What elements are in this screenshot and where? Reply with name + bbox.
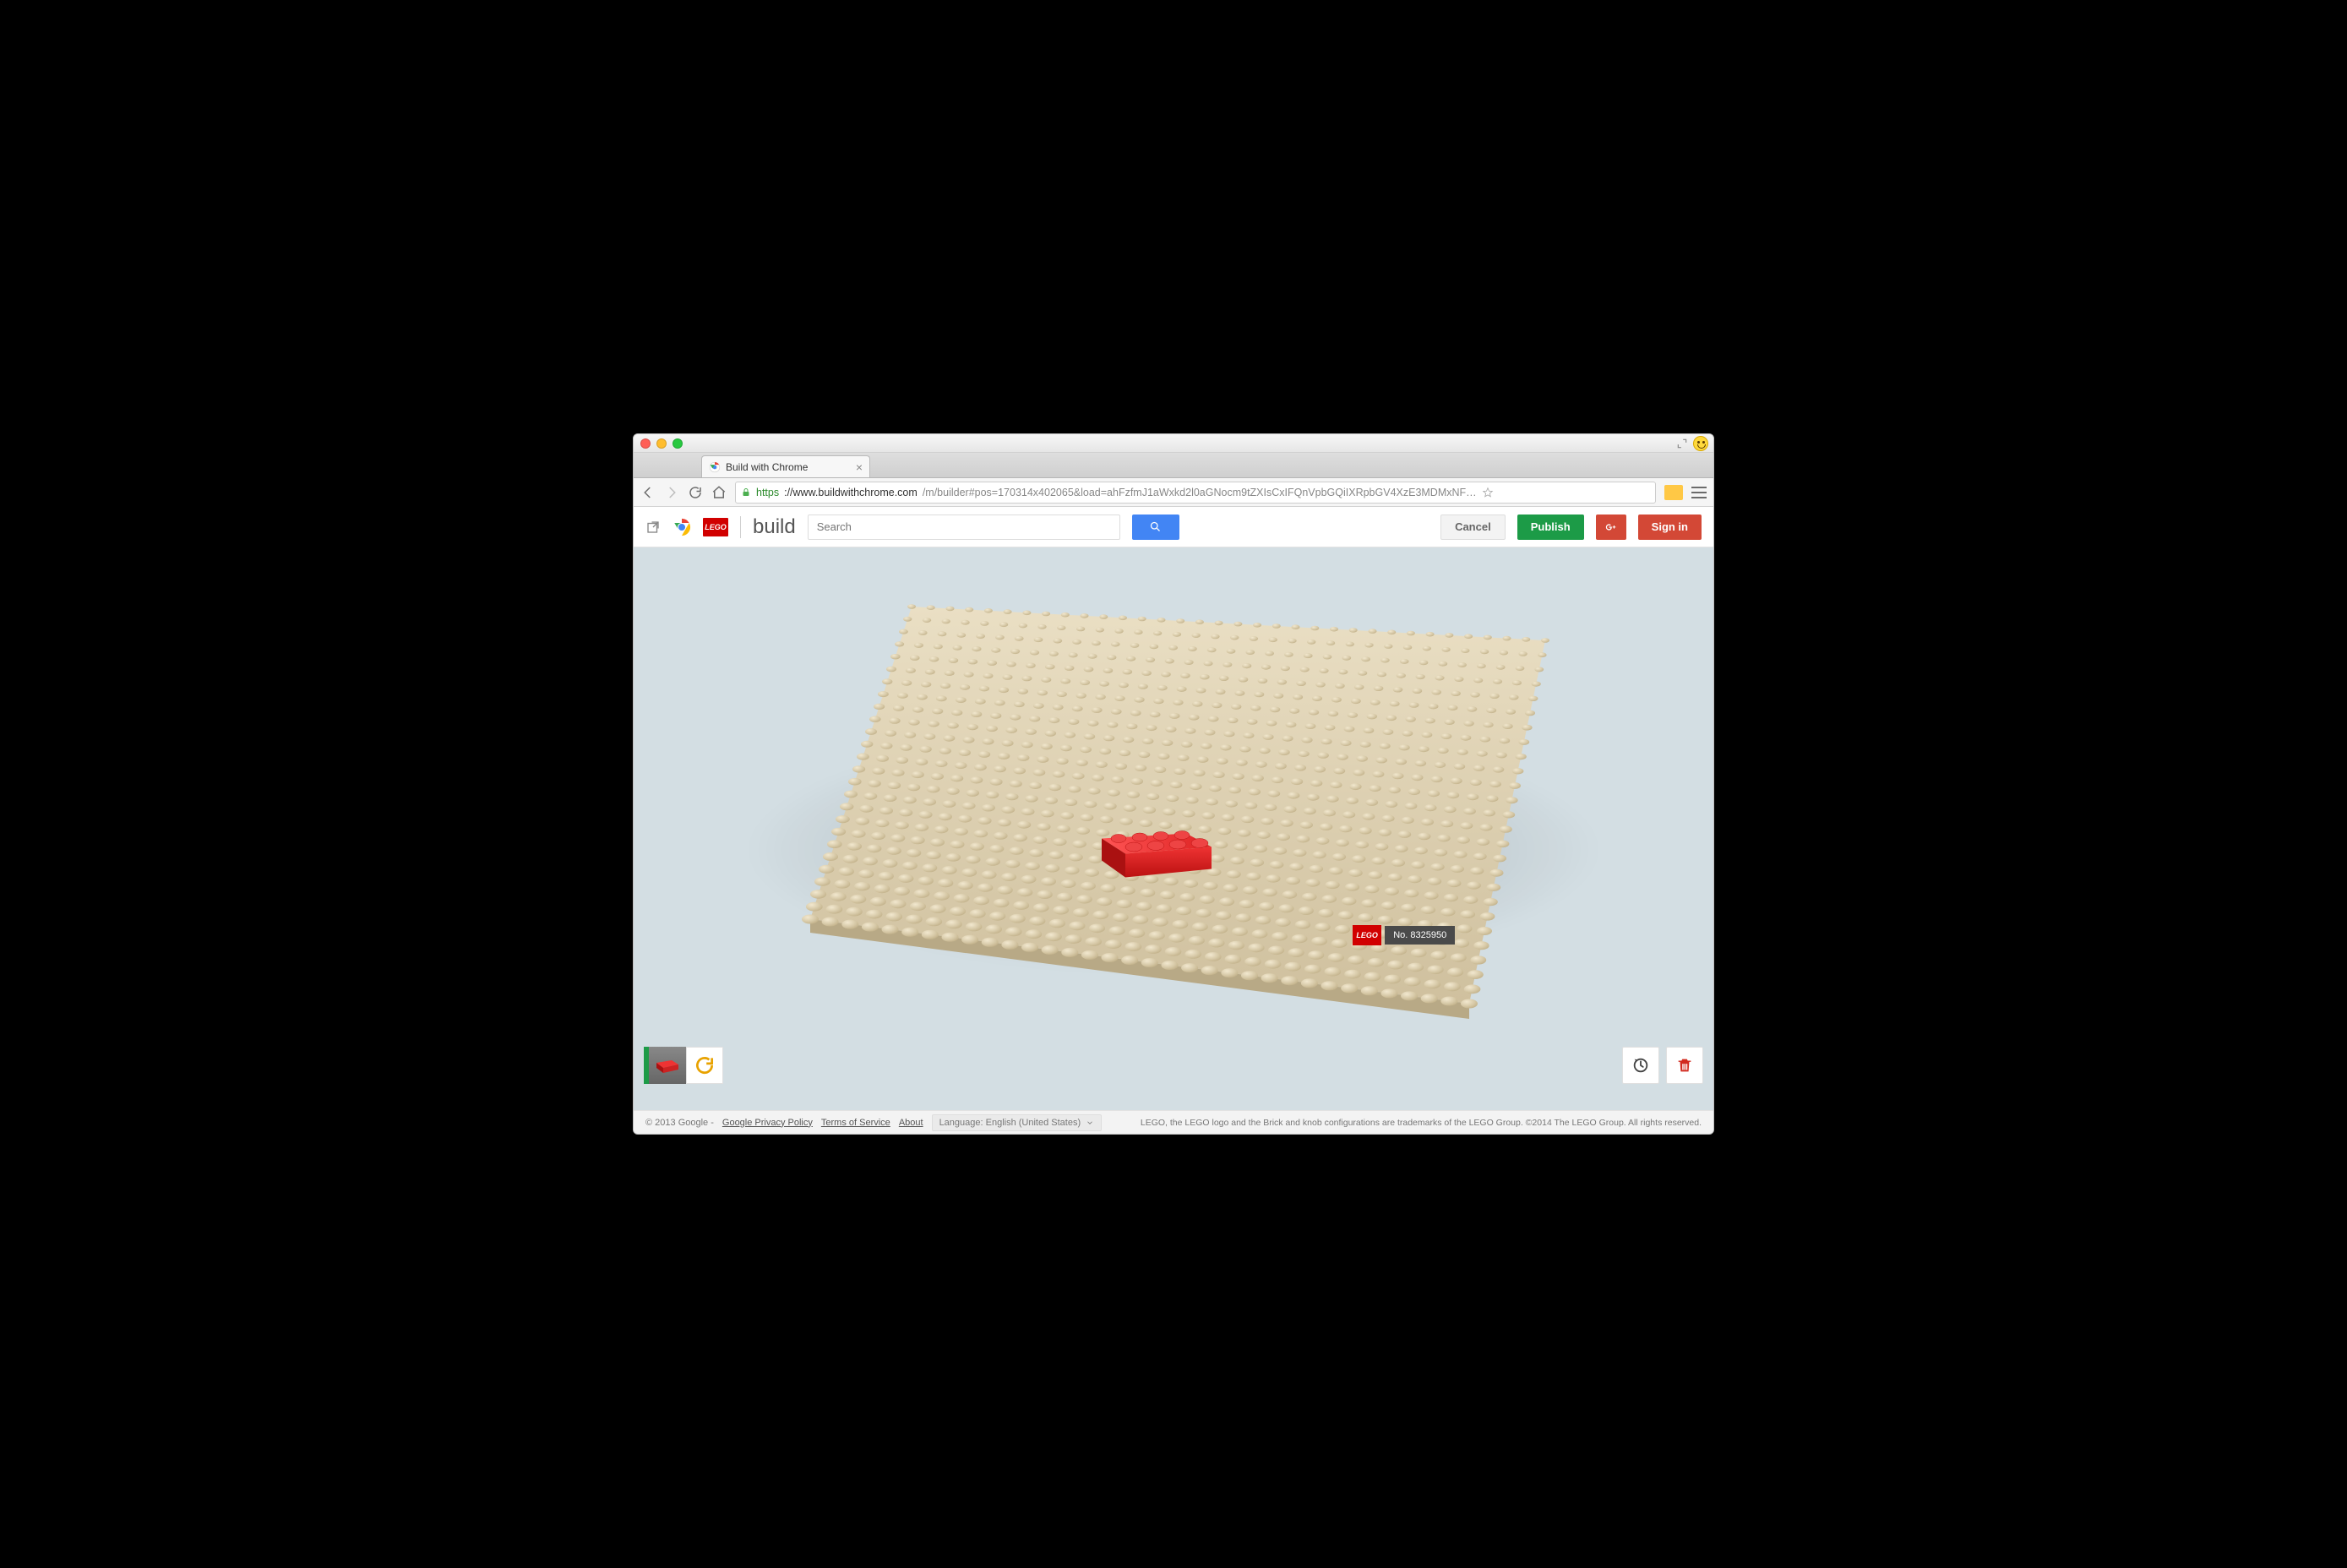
legal-text: LEGO, the LEGO logo and the Brick and kn…	[1141, 1118, 1702, 1128]
forward-button-icon[interactable]	[664, 485, 679, 500]
footer: © 2013 Google - Google Privacy Policy Te…	[634, 1110, 1713, 1134]
builder-canvas[interactable]: LEGO No. 8325950	[634, 547, 1713, 1110]
tab-strip: Build with Chrome ×	[634, 453, 1713, 478]
baseplate: LEGO No. 8325950	[760, 590, 1587, 1046]
signin-button[interactable]: Sign in	[1638, 514, 1702, 540]
publish-button[interactable]: Publish	[1517, 514, 1584, 540]
brick-selector-button[interactable]	[649, 1047, 686, 1084]
app-header: LEGO build Cancel Publish Sign in	[634, 507, 1713, 547]
search-icon	[1149, 520, 1162, 533]
search-container	[808, 514, 1120, 540]
browser-window: Build with Chrome × https ://www.buildwi…	[633, 433, 1714, 1135]
active-tab[interactable]: Build with Chrome ×	[701, 455, 870, 477]
url-scheme: https	[756, 487, 779, 498]
url-host: ://www.buildwithchrome.com	[784, 487, 918, 498]
browser-toolbar: https ://www.buildwithchrome.com /m/buil…	[634, 478, 1713, 507]
delete-button[interactable]	[1666, 1047, 1703, 1084]
rotate-button[interactable]	[686, 1047, 723, 1084]
reload-button-icon[interactable]	[688, 485, 703, 500]
extension-badge[interactable]	[1664, 485, 1683, 500]
red-brick	[1093, 814, 1220, 885]
lego-logo-badge: LEGO	[703, 518, 728, 536]
tos-link[interactable]: Terms of Service	[821, 1118, 890, 1128]
undo-button[interactable]	[1622, 1047, 1659, 1084]
bottom-toolbar	[634, 1044, 1713, 1086]
about-link[interactable]: About	[899, 1118, 923, 1128]
header-divider	[740, 516, 741, 538]
search-input[interactable]	[809, 520, 1119, 533]
language-label: Language: English (United States)	[939, 1118, 1081, 1128]
lock-icon	[741, 487, 751, 498]
google-plus-button[interactable]	[1596, 514, 1626, 540]
chevron-down-icon	[1086, 1119, 1094, 1127]
search-button[interactable]	[1132, 514, 1179, 540]
mini-lego-badge: LEGO	[1353, 925, 1381, 945]
gplus-icon	[1604, 520, 1618, 534]
back-button-icon[interactable]	[640, 485, 656, 500]
window-titlebar	[634, 434, 1713, 453]
tab-title: Build with Chrome	[726, 461, 808, 473]
build-title: build	[753, 515, 796, 539]
tab-close-icon[interactable]: ×	[856, 460, 863, 474]
address-bar[interactable]: https ://www.buildwithchrome.com /m/buil…	[735, 482, 1656, 504]
cancel-button[interactable]: Cancel	[1440, 514, 1506, 540]
window-controls	[640, 438, 683, 449]
privacy-link[interactable]: Google Privacy Policy	[722, 1118, 813, 1128]
smiley-extension-icon[interactable]	[1693, 436, 1708, 451]
fullscreen-icon[interactable]	[1676, 438, 1688, 449]
close-window-button[interactable]	[640, 438, 651, 449]
home-button-icon[interactable]	[711, 485, 727, 500]
chrome-favicon-icon	[709, 461, 721, 473]
url-path: /m/builder#pos=170314x402065&load=ahFzfm…	[923, 487, 1477, 498]
language-selector[interactable]: Language: English (United States)	[932, 1114, 1103, 1131]
bookmark-star-icon[interactable]	[1482, 487, 1494, 498]
chrome-logo-icon	[673, 518, 691, 536]
build-number-label: LEGO No. 8325950	[1353, 925, 1455, 945]
maximize-window-button[interactable]	[673, 438, 683, 449]
minimize-window-button[interactable]	[656, 438, 667, 449]
build-number: No. 8325950	[1385, 926, 1455, 945]
popout-icon[interactable]	[645, 520, 661, 535]
copyright-text: © 2013 Google -	[645, 1118, 714, 1128]
chrome-menu-icon[interactable]	[1691, 487, 1707, 498]
